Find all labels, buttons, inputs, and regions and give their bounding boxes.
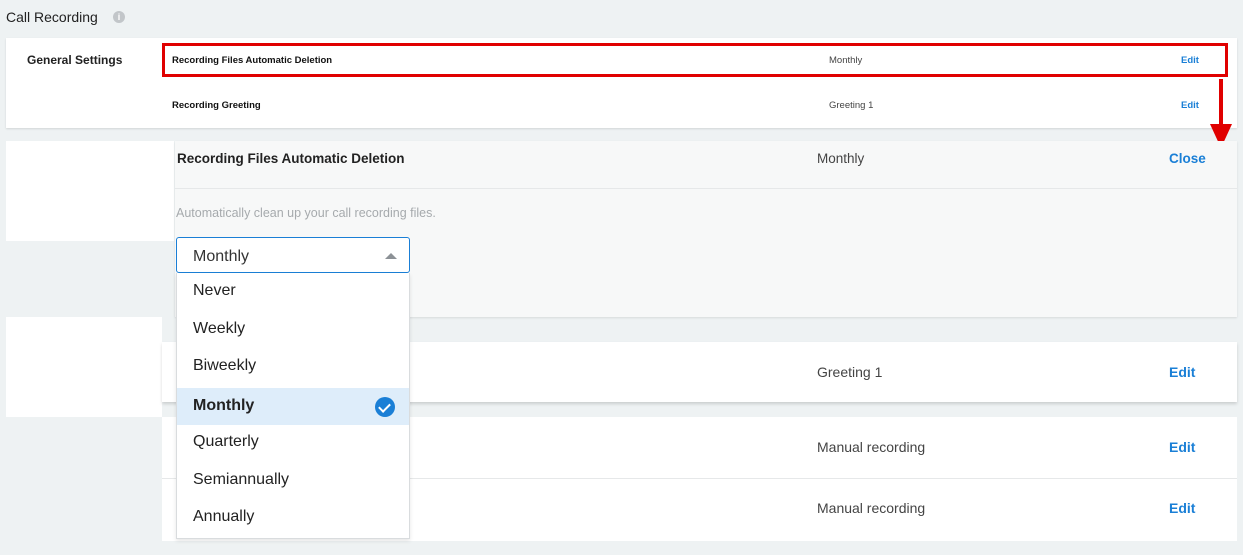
annotation-arrow-shaft xyxy=(1219,79,1223,125)
divider xyxy=(175,188,1237,189)
option-label: Quarterly xyxy=(193,433,259,450)
left-panel-block xyxy=(6,141,174,241)
option-label: Annually xyxy=(193,508,255,525)
recording-mode-edit-link[interactable]: Edit xyxy=(1169,439,1195,455)
option-semiannually[interactable]: Semiannually xyxy=(177,462,409,500)
expanded-title: Recording Files Automatic Deletion xyxy=(177,151,405,166)
recording-mode-edit-link-2[interactable]: Edit xyxy=(1169,500,1195,516)
recording-mode-value: Manual recording xyxy=(817,439,926,455)
frequency-dropdown-menu: Never Weekly Biweekly Monthly Quarterly … xyxy=(176,273,410,539)
option-label: Semiannually xyxy=(193,470,290,488)
option-never[interactable]: Never xyxy=(177,273,409,311)
option-annually[interactable]: Annually xyxy=(177,499,409,537)
general-settings-label: General Settings xyxy=(27,53,123,67)
recording-greeting-edit-link[interactable]: Edit xyxy=(1181,100,1199,111)
option-label: Biweekly xyxy=(193,357,257,375)
page-title: Call Recording xyxy=(6,9,98,25)
option-label: Weekly xyxy=(193,319,246,337)
annotation-highlight-box xyxy=(162,43,1228,77)
select-current-value: Monthly xyxy=(193,248,250,265)
recording-mode-value-2: Manual recording xyxy=(817,500,926,516)
info-icon[interactable]: i xyxy=(113,11,125,23)
option-weekly[interactable]: Weekly xyxy=(177,311,409,349)
check-circle-icon xyxy=(375,396,395,417)
option-label: Never xyxy=(193,282,236,299)
close-link[interactable]: Close xyxy=(1169,151,1206,166)
option-label: Monthly xyxy=(193,396,255,414)
expanded-value: Monthly xyxy=(817,151,865,166)
caret-up-icon[interactable] xyxy=(385,253,397,259)
recording-greeting-value: Greeting 1 xyxy=(829,100,874,111)
greeting-row-value: Greeting 1 xyxy=(817,364,883,380)
expanded-description: Automatically clean up your call recordi… xyxy=(176,206,436,220)
option-monthly[interactable]: Monthly xyxy=(177,387,409,426)
recording-greeting-label: Recording Greeting xyxy=(172,100,261,111)
greeting-row-edit-link[interactable]: Edit xyxy=(1169,364,1195,380)
left-panel-block-lower xyxy=(6,317,162,417)
option-quarterly[interactable]: Quarterly xyxy=(177,424,409,462)
option-biweekly[interactable]: Biweekly xyxy=(177,348,409,386)
